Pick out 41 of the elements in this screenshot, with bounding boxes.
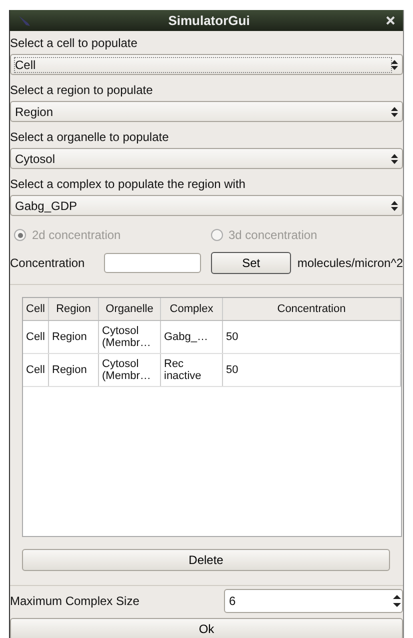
table-cell: Cytosol (Membr… (99, 321, 161, 353)
table-cell: Region (49, 354, 99, 386)
unit-label: molecules/micron^2 (297, 256, 403, 270)
table-cell: Gabg_… (161, 321, 223, 353)
column-header[interactable]: Organelle (99, 298, 161, 320)
up-down-arrows-icon (391, 200, 398, 210)
up-down-arrows-icon (391, 154, 398, 164)
delete-button[interactable]: Delete (22, 549, 390, 571)
table-cell: Cytosol (Membr… (99, 354, 161, 386)
up-down-arrows-icon (391, 106, 398, 116)
ok-button[interactable]: Ok (10, 618, 403, 638)
dropdown[interactable]: Cytosol (10, 148, 403, 169)
concentration-input[interactable] (104, 253, 201, 273)
column-header[interactable]: Complex (161, 298, 223, 320)
field-label: Select a region to populate (10, 82, 154, 99)
table-cell: Rec inactive (161, 354, 223, 386)
close-icon[interactable] (386, 16, 395, 25)
column-header[interactable]: Region (49, 298, 99, 320)
window-title: SimulatorGui (167, 13, 251, 28)
column-header[interactable]: Concentration (223, 298, 401, 320)
max-size-label: Maximum Complex Size (10, 594, 140, 608)
table-cell: 50 (223, 321, 401, 353)
field-label: Select a complex to populate the region with (10, 176, 246, 193)
spin-box[interactable]: 6 (224, 589, 403, 613)
table-cell: 50 (223, 354, 401, 386)
field-label: Select a cell to populate (10, 35, 138, 52)
radio-label: 2d concentration (32, 228, 121, 242)
field-label: Select a organelle to populate (10, 129, 170, 146)
radio-label: 3d concentration (228, 228, 318, 242)
table-cell: Region (49, 321, 99, 353)
app-icon (18, 14, 32, 26)
dropdown[interactable]: Region (10, 101, 403, 122)
column-header[interactable]: Cell (23, 298, 49, 320)
up-down-arrows-icon (391, 60, 398, 70)
concentration-label: Concentration (10, 256, 86, 270)
dropdown[interactable]: Gabg_GDP (10, 195, 403, 216)
dropdown[interactable]: Cell (10, 54, 403, 75)
spin-arrows-icon (393, 594, 401, 608)
table-cell: Cell (23, 321, 49, 353)
set-button[interactable]: Set (210, 252, 292, 274)
table-cell: Cell (23, 354, 49, 386)
